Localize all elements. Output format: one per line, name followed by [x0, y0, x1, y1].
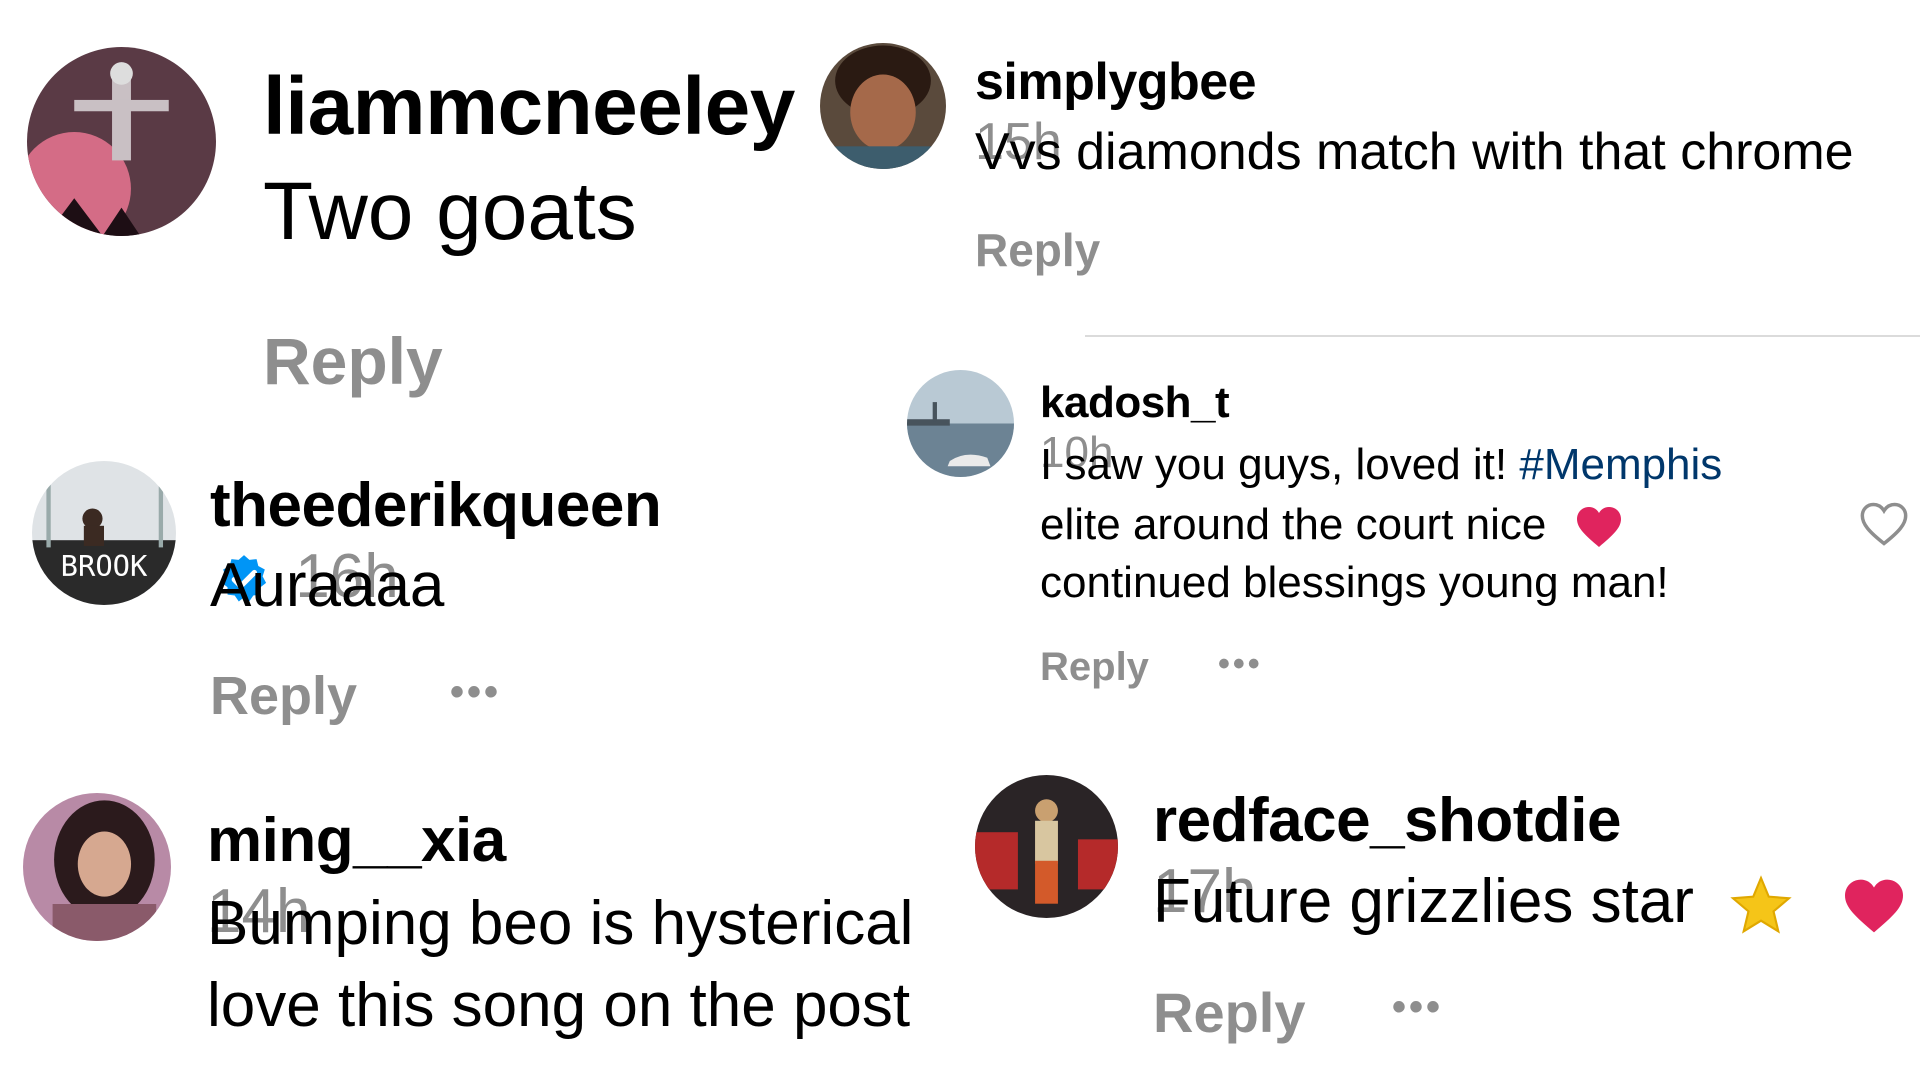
reply-button[interactable]: Reply [210, 665, 357, 727]
comment-text-part: I saw you guys, loved it! [1040, 440, 1520, 489]
avatar[interactable]: BROOK [32, 461, 176, 605]
comment-text-part: elite around the court nice [1040, 500, 1547, 549]
username[interactable]: redface_shotdie [1153, 786, 1622, 855]
comment-text-line2: elite around the court nice [1040, 500, 1623, 550]
more-options-icon[interactable]: ••• [1218, 645, 1263, 684]
username[interactable]: simplygbee [975, 53, 1257, 111]
username[interactable]: liammcneeley [263, 60, 795, 154]
reply-button[interactable]: Reply [1040, 645, 1149, 690]
comment-text: I saw you guys, loved it! #Memphis [1040, 440, 1722, 490]
avatar[interactable] [820, 43, 946, 169]
red-heart-emoji [1845, 879, 1904, 932]
username[interactable]: theederikqueen [210, 471, 662, 540]
comment-text-line2: love this song on the post [207, 971, 911, 1040]
more-options-icon[interactable]: ••• [1392, 985, 1443, 1030]
more-options-icon[interactable]: ••• [450, 670, 501, 715]
comment-text: Future grizzlies star [1153, 866, 1906, 937]
avatar[interactable] [27, 47, 216, 236]
comment-text: Two goats [263, 166, 637, 257]
divider [1085, 335, 1920, 337]
hashtag-link[interactable]: #Memphis [1519, 440, 1722, 489]
star-emoji [1730, 874, 1792, 934]
avatar-caption: BROOK [61, 549, 148, 583]
avatar[interactable] [975, 775, 1118, 918]
reply-button[interactable]: Reply [263, 323, 443, 399]
comment-text: Bumping beo is hysterical [207, 889, 914, 958]
heart-outline-icon[interactable] [1858, 500, 1910, 548]
username[interactable]: ming__xia [207, 806, 506, 875]
comment-text: Vvs diamonds match with that chrome [975, 123, 1854, 181]
avatar[interactable] [907, 370, 1014, 477]
avatar[interactable] [23, 793, 171, 941]
comment-text: Auraaaa [210, 551, 445, 620]
comment-text-line3: continued blessings young man! [1040, 558, 1669, 607]
comment-text-part: Future grizzlies star [1153, 867, 1694, 936]
username[interactable]: kadosh_t [1040, 378, 1230, 427]
red-heart-emoji [1576, 507, 1621, 548]
reply-button[interactable]: Reply [975, 223, 1100, 277]
reply-button[interactable]: Reply [1153, 980, 1306, 1045]
